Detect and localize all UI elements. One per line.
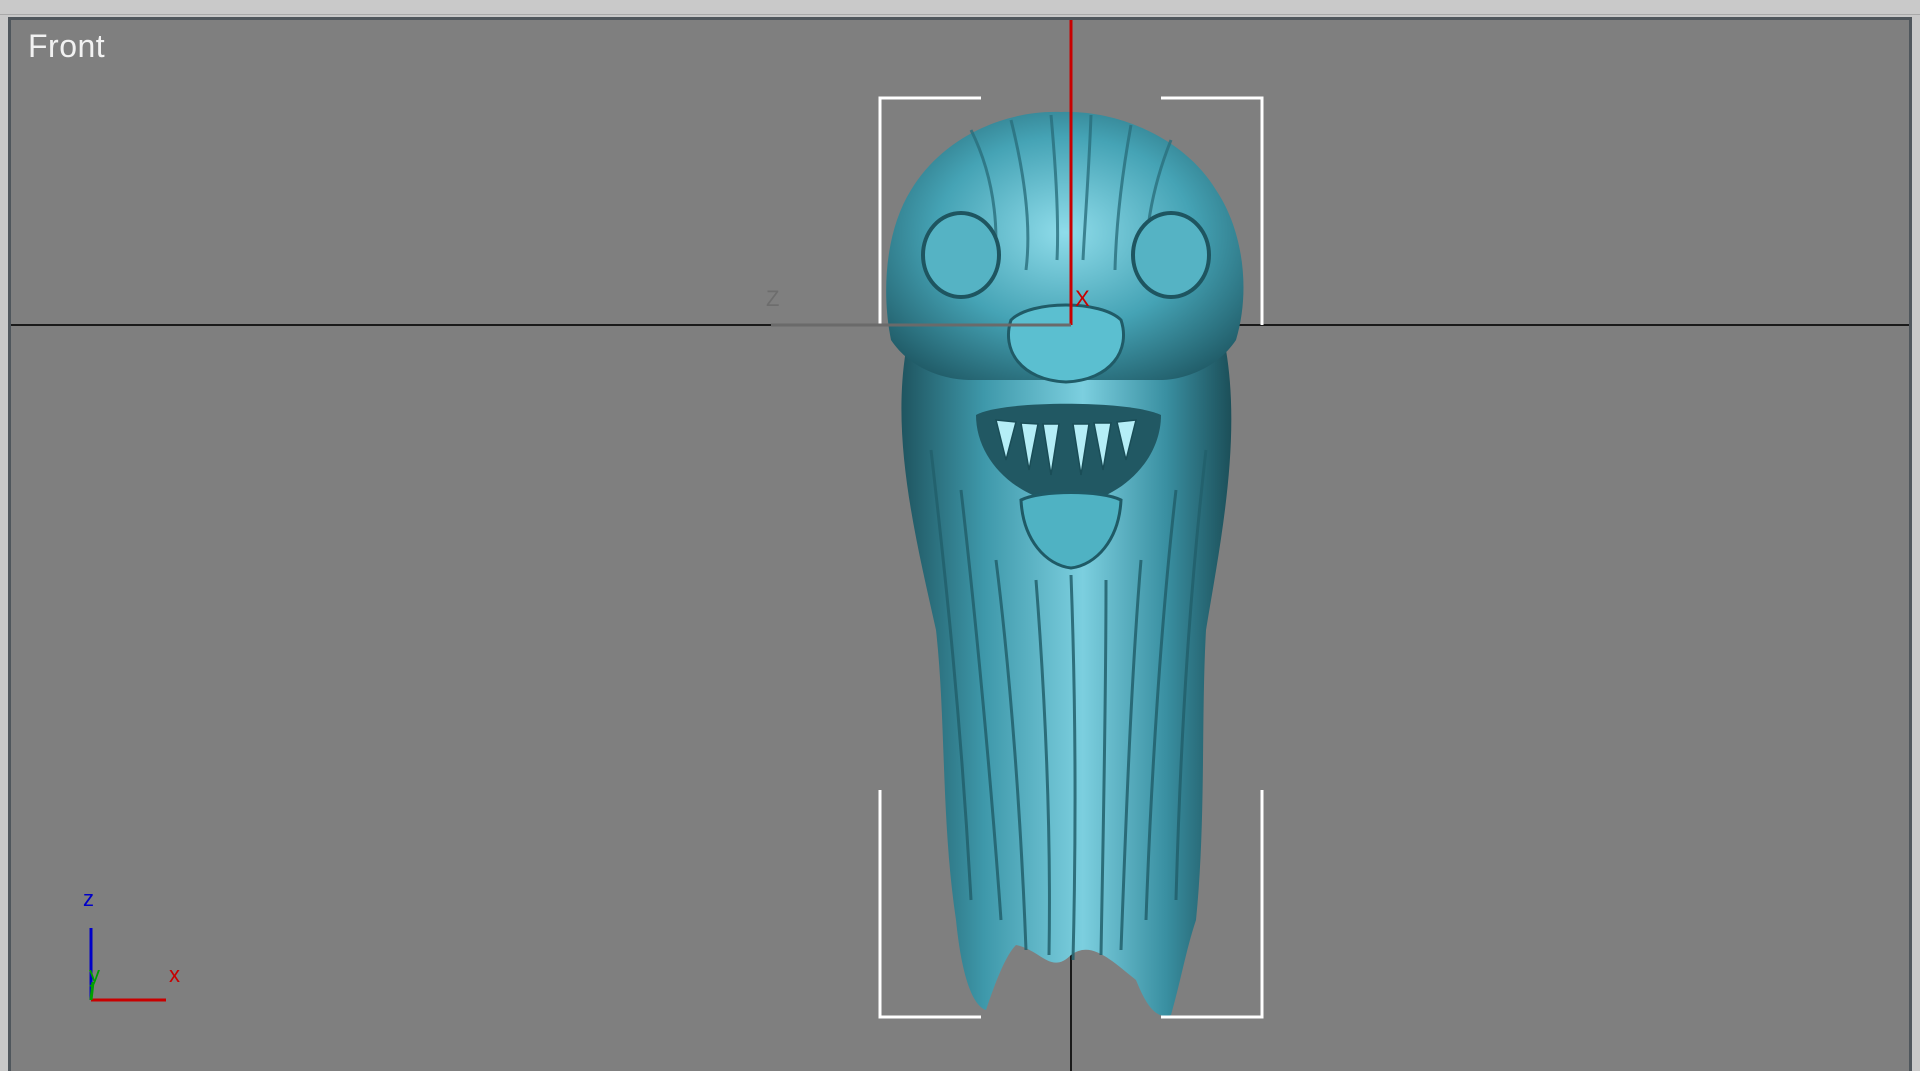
right-eye (1131, 211, 1211, 299)
triad-z-label: z (83, 886, 94, 911)
front-viewport[interactable]: Front Z X z y x (8, 17, 1912, 1071)
gizmo-z-label: Z (766, 286, 780, 311)
axis-triad (89, 928, 166, 1002)
left-eye (921, 211, 1001, 299)
gizmo-x-label: X (1075, 286, 1090, 311)
snout (1006, 303, 1126, 384)
window-title-strip (0, 0, 1920, 15)
viewport-canvas[interactable] (11, 20, 1912, 1071)
triad-x-label: x (169, 962, 180, 987)
triad-y-label: y (89, 962, 100, 987)
creature-model[interactable] (886, 111, 1244, 1016)
